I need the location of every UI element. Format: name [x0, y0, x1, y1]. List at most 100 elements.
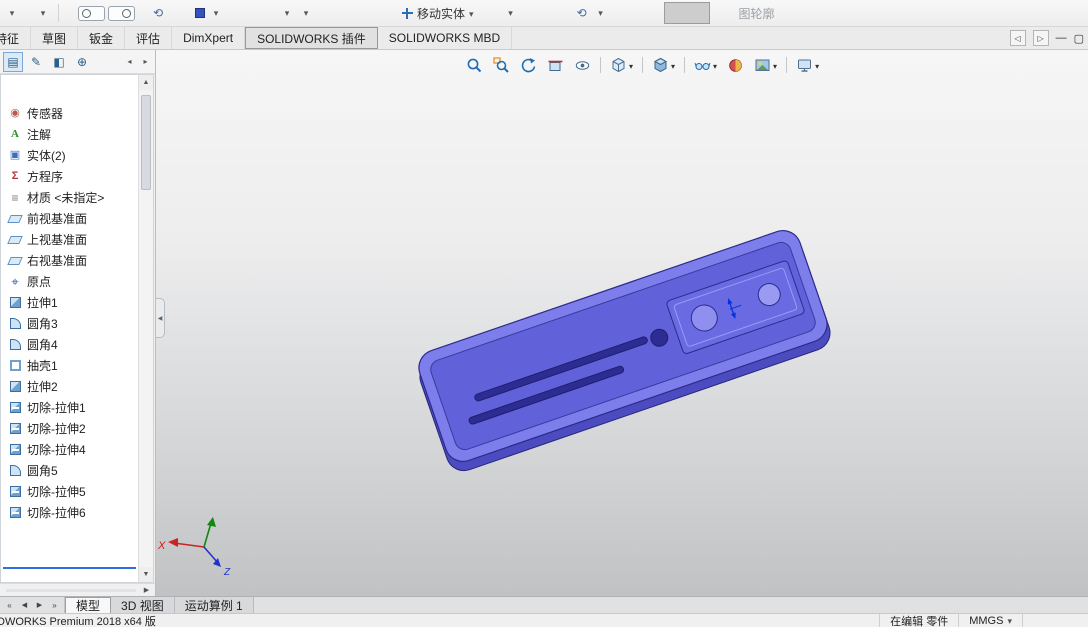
tab-dimxpert[interactable]: DimXpert	[172, 27, 246, 49]
tree-item-label: 注解	[27, 128, 52, 142]
scrollbar-track[interactable]	[6, 588, 136, 592]
panel-scroll-left-icon[interactable]	[123, 54, 136, 70]
tree-item-top-plane[interactable]: 上视基准面	[3, 229, 137, 250]
part-3d-model[interactable]	[156, 50, 1087, 596]
tree-item-label: 圆角4	[27, 338, 58, 352]
scroll-up-icon[interactable]	[139, 75, 153, 90]
tab-evaluate[interactable]: 评估	[125, 27, 173, 49]
tree-item-front-plane[interactable]: 前视基准面	[3, 208, 137, 229]
toolbar-icon[interactable]	[574, 3, 590, 23]
scroll-right-icon[interactable]	[140, 585, 153, 596]
reorient-icon[interactable]	[150, 3, 166, 23]
tab-sheet-metal[interactable]: 钣金	[78, 27, 126, 49]
tree-item-label: 切除-拉伸6	[27, 506, 86, 520]
tabrow-controls	[1009, 30, 1084, 46]
tree-item-label: 切除-拉伸1	[27, 401, 86, 415]
tree-item-right-plane[interactable]: 右视基准面	[3, 250, 137, 271]
tree-item-cut-extrude2[interactable]: 切除-拉伸2	[3, 418, 137, 439]
tree-item-label: 圆角5	[27, 464, 58, 478]
tree-item-label: 实体(2)	[27, 149, 66, 163]
extrude-icon	[9, 297, 21, 308]
contour-label: 图轮廓	[738, 6, 775, 21]
selection-toggle-right-icon[interactable]	[108, 5, 135, 21]
feature-tree-list: 传感器 注解 实体(2) 方程序 材质 <未指定>	[3, 103, 137, 523]
fillet-icon	[9, 339, 21, 350]
tree-item-label: 原点	[27, 275, 52, 289]
next-tab-icon[interactable]	[33, 599, 46, 612]
tab-solidworks-mbd[interactable]: SOLIDWORKS MBD	[378, 27, 513, 49]
tab-model[interactable]: 模型	[65, 597, 112, 613]
rollback-bar[interactable]	[3, 567, 136, 569]
restore-icon[interactable]	[1074, 32, 1084, 45]
tree-vertical-scrollbar[interactable]	[138, 75, 153, 582]
graphics-viewport[interactable]: X Z	[156, 50, 1088, 596]
move-entity-icon	[401, 7, 413, 19]
tree-item-shell1[interactable]: 抽壳1	[3, 355, 137, 376]
last-tab-icon[interactable]	[48, 599, 61, 612]
tab-nav-buttons	[0, 597, 65, 613]
tree-item-extrude2[interactable]: 拉伸2	[3, 376, 137, 397]
tree-horizontal-scrollbar[interactable]	[0, 583, 155, 596]
toolbar-dropdown-icon[interactable]	[35, 3, 51, 23]
tree-item-label: 切除-拉伸4	[27, 443, 86, 457]
tree-item-sensors[interactable]: 传感器	[3, 103, 137, 124]
extrude-icon	[9, 381, 21, 392]
editing-status: 在编辑 零件	[879, 614, 958, 627]
pane-left-icon[interactable]	[1009, 30, 1026, 46]
pane-right-icon[interactable]	[1032, 30, 1049, 46]
move-entity-label: 移动实体	[417, 6, 466, 21]
toolbar-dropdown-icon[interactable]	[298, 3, 314, 23]
tree-item-label: 拉伸2	[27, 380, 58, 394]
tree-item-cut-extrude6[interactable]: 切除-拉伸6	[3, 502, 137, 523]
tree-item-material[interactable]: 材质 <未指定>	[3, 187, 137, 208]
toolbar-dropdown-icon[interactable]	[279, 3, 295, 23]
toolbar-dropdown-icon[interactable]	[503, 3, 519, 23]
toolbar-dropdown-icon[interactable]	[593, 3, 609, 23]
toolbar-pressed-button[interactable]	[663, 2, 710, 24]
previous-tab-icon[interactable]	[18, 599, 31, 612]
tree-item-fillet3[interactable]: 圆角3	[3, 313, 137, 334]
fillet-icon	[9, 318, 21, 329]
scrollbar-thumb[interactable]	[141, 95, 151, 190]
feature-tree: 传感器 注解 实体(2) 方程序 材质 <未指定>	[0, 74, 154, 583]
tree-item-cut-extrude4[interactable]: 切除-拉伸4	[3, 439, 137, 460]
tree-item-cut-extrude1[interactable]: 切除-拉伸1	[3, 397, 137, 418]
propertymanager-icon[interactable]	[26, 52, 46, 72]
dimxpert-manager-icon[interactable]	[72, 52, 92, 72]
main-area: 传感器 注解 实体(2) 方程序 材质 <未指定>	[0, 50, 1088, 596]
tab-features[interactable]: 特征	[0, 27, 32, 49]
toolbar-separator	[58, 4, 59, 22]
tree-item-label: 传感器	[27, 107, 64, 121]
tab-solidworks-addins[interactable]: SOLIDWORKS 插件	[245, 27, 378, 49]
color-swatch-icon[interactable]	[195, 8, 205, 18]
featuremanager-design-tree-icon[interactable]	[3, 51, 23, 72]
cut-extrude-icon	[9, 507, 21, 518]
tree-item-fillet4[interactable]: 圆角4	[3, 334, 137, 355]
units-selector[interactable]: MMGS	[958, 614, 1022, 627]
toolbar-dropdown-icon[interactable]	[208, 3, 224, 23]
first-tab-icon[interactable]	[3, 599, 16, 612]
equations-icon	[8, 170, 22, 184]
scroll-down-icon[interactable]	[139, 567, 153, 582]
tab-3d-views[interactable]: 3D 视图	[111, 597, 175, 613]
tree-item-solid-bodies[interactable]: 实体(2)	[3, 145, 137, 166]
move-entity-button[interactable]: 移动实体	[401, 5, 474, 22]
tab-sketch[interactable]: 草图	[31, 27, 79, 49]
tree-item-extrude1[interactable]: 拉伸1	[3, 292, 137, 313]
featuremanager-tab-bar	[0, 50, 155, 74]
commandmanager-tab-bar: 特征 草图 钣金 评估 DimXpert SOLIDWORKS 插件 SOLID…	[0, 27, 1088, 50]
tree-item-equations[interactable]: 方程序	[3, 166, 137, 187]
panel-scroll-right-icon[interactable]	[139, 54, 152, 70]
cut-extrude-icon	[9, 402, 21, 413]
tab-motion-study-1[interactable]: 运动算例 1	[174, 597, 254, 613]
tree-item-annotations[interactable]: 注解	[3, 124, 137, 145]
selection-toggle-left-icon[interactable]	[78, 5, 105, 21]
cut-extrude-icon	[9, 486, 21, 497]
tree-item-fillet5[interactable]: 圆角5	[3, 460, 137, 481]
tree-item-cut-extrude5[interactable]: 切除-拉伸5	[3, 481, 137, 502]
minimize-icon[interactable]	[1056, 32, 1067, 44]
tree-item-origin[interactable]: 原点	[3, 271, 137, 292]
toolbar-dropdown-icon[interactable]	[4, 3, 20, 23]
material-icon	[8, 191, 22, 205]
configuration-manager-icon[interactable]	[49, 52, 69, 72]
